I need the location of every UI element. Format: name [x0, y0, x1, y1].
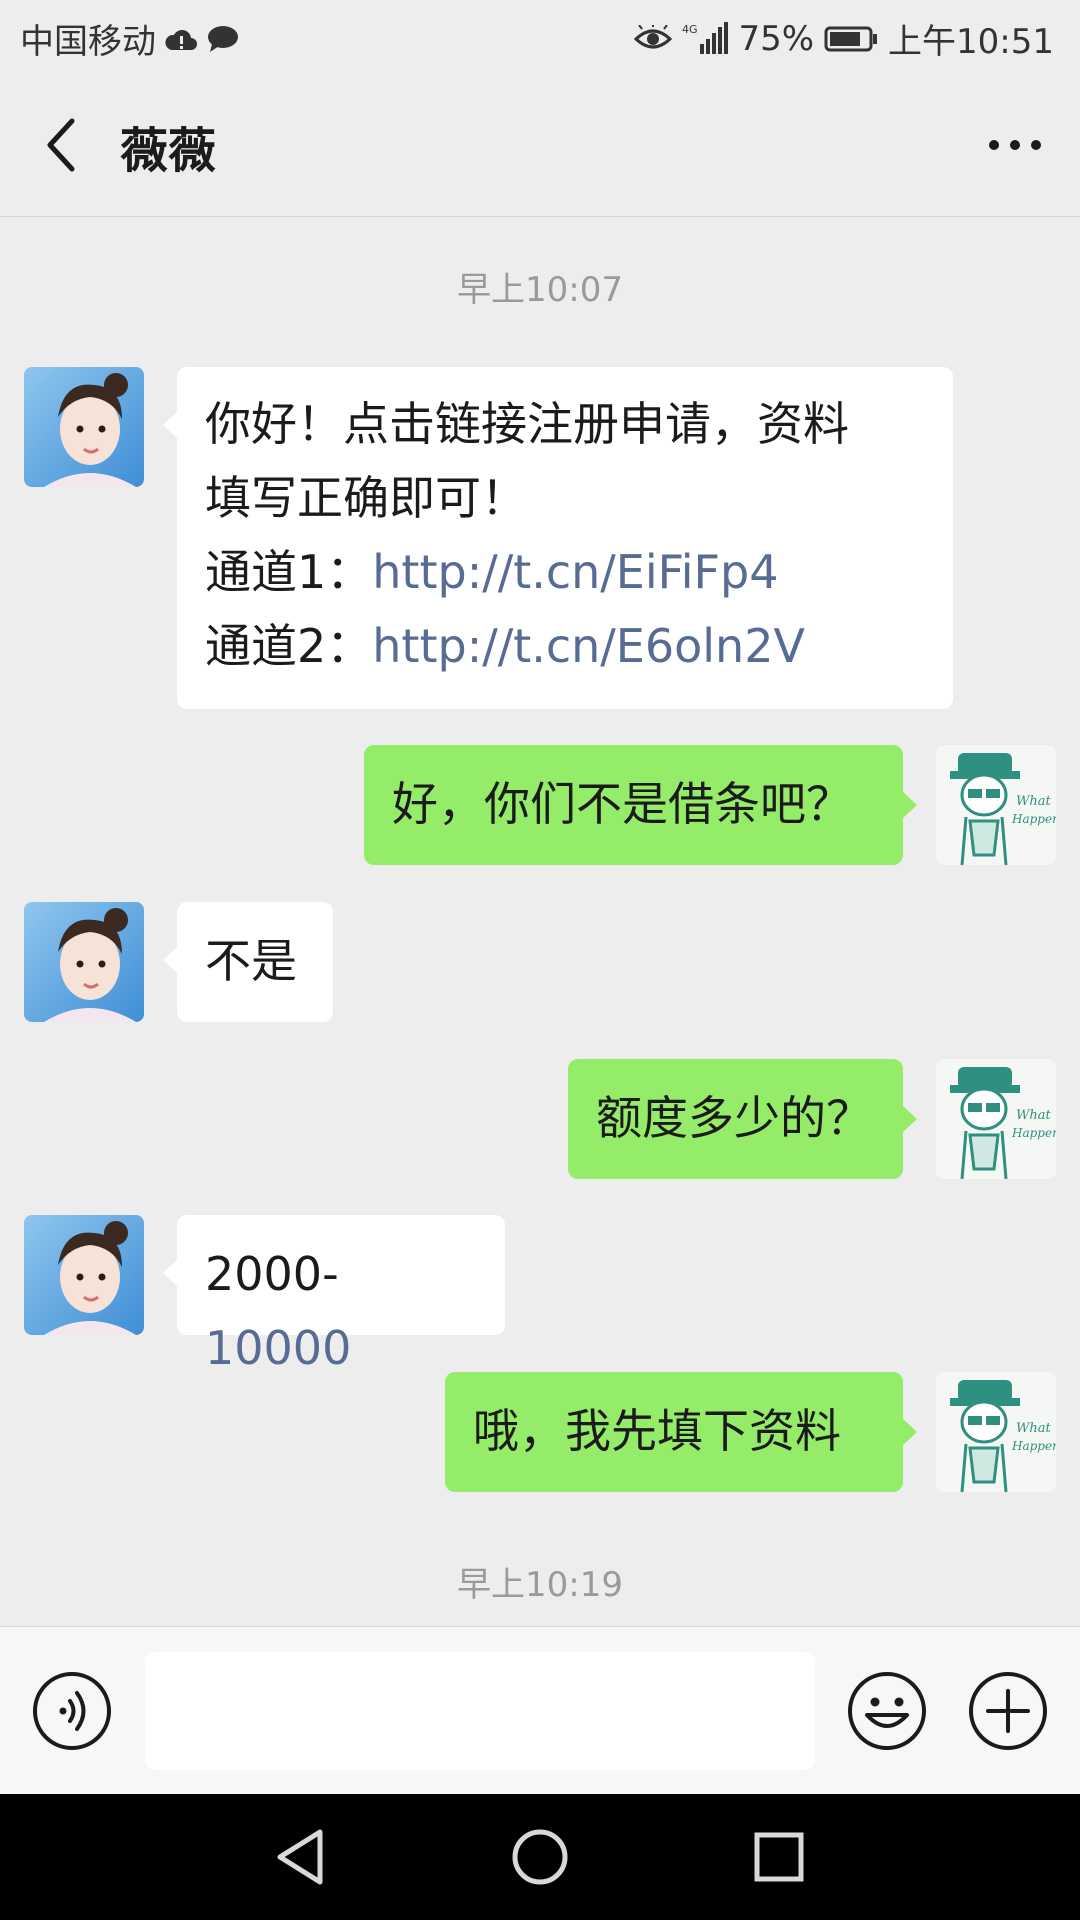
nav-home-icon	[512, 1829, 568, 1885]
back-arrow-icon	[47, 118, 75, 172]
channel-2-row: 通道2：http://t.cn/E6oln2V	[205, 609, 925, 683]
battery-icon	[824, 25, 878, 53]
signal-icon: 4G	[682, 21, 729, 56]
more-dots-icon	[989, 140, 1041, 150]
message-text: 2000-	[205, 1247, 339, 1301]
channel-2-label: 通道2：	[205, 619, 373, 673]
status-left: 中国移动	[20, 14, 240, 63]
channel-1-row: 通道1：http://t.cn/EiFiFp4	[205, 535, 925, 609]
incoming-message[interactable]: 2000- 10000	[163, 1215, 505, 1375]
nav-back-icon	[277, 1829, 323, 1885]
svg-text:What: What	[1016, 794, 1051, 809]
message-text: 好，你们不是借条吧？	[392, 777, 852, 831]
nav-back-button[interactable]	[268, 1824, 334, 1890]
battery-percent: 75%	[738, 18, 815, 59]
timestamp: 早上10:07	[457, 270, 623, 310]
message-text: 额度多少的？	[596, 1091, 872, 1145]
chat-header: 薇薇	[0, 75, 1080, 217]
cloud-alert-icon	[164, 26, 198, 52]
voice-icon	[33, 1672, 111, 1750]
eye-icon	[634, 24, 673, 53]
contact-avatar[interactable]	[24, 1215, 144, 1335]
chat-screen: 中国移动 4G 75% 上午10:51 薇薇 早上10:07 你好！点击链接注册…	[0, 0, 1080, 1920]
message-text: 哦，我先填下资料	[473, 1404, 841, 1458]
channel-1-label: 通道1：	[205, 545, 373, 599]
contact-avatar[interactable]	[24, 367, 144, 487]
svg-text:What: What	[1016, 1421, 1051, 1436]
svg-text:Happen?: Happen?	[1011, 1126, 1056, 1140]
my-avatar[interactable]: What Happen?	[936, 745, 1056, 865]
outgoing-message[interactable]: 额度多少的？	[568, 1059, 917, 1179]
system-nav-bar	[0, 1794, 1080, 1920]
message-text-line: 填写正确即可！	[205, 471, 527, 525]
channel-2-link[interactable]: http://t.cn/E6oln2V	[372, 619, 805, 673]
more-button[interactable]	[980, 115, 1050, 175]
nav-recents-icon	[754, 1832, 804, 1882]
my-avatar[interactable]: What Happen?	[936, 1372, 1056, 1492]
status-bar: 中国移动 4G 75% 上午10:51	[0, 0, 1080, 75]
outgoing-message[interactable]: 哦，我先填下资料	[445, 1372, 917, 1492]
contact-avatar[interactable]	[24, 902, 144, 1022]
plus-icon	[969, 1672, 1047, 1750]
svg-text:Happen?: Happen?	[1011, 1439, 1056, 1453]
carrier-name: 中国移动	[20, 22, 156, 62]
channel-1-link[interactable]: http://t.cn/EiFiFp4	[372, 545, 778, 599]
chat-notification-icon	[206, 24, 240, 54]
clock: 上午10:51	[888, 22, 1054, 62]
message-input[interactable]	[145, 1652, 815, 1770]
my-avatar[interactable]: What Happen?	[936, 1059, 1056, 1179]
nav-recents-button[interactable]	[746, 1824, 812, 1890]
chat-title: 薇薇	[120, 123, 217, 179]
svg-text:What: What	[1016, 1108, 1051, 1123]
back-button[interactable]	[30, 115, 90, 175]
outgoing-message[interactable]: 好，你们不是借条吧？	[364, 745, 917, 865]
nav-home-button[interactable]	[507, 1824, 573, 1890]
voice-button[interactable]	[32, 1671, 112, 1751]
emoji-button[interactable]	[847, 1671, 927, 1751]
status-right: 4G 75% 上午10:51	[634, 14, 1054, 63]
incoming-message[interactable]: 你好！点击链接注册申请，资料 填写正确即可！ 通道1：http://t.cn/E…	[163, 367, 953, 709]
emoji-icon	[848, 1672, 926, 1750]
input-bar	[0, 1626, 1080, 1795]
network-type: 4G	[682, 23, 698, 36]
svg-text:Happen?: Happen?	[1011, 812, 1056, 826]
message-list[interactable]: 早上10:07 你好！点击链接注册申请，资料 填写正确即可！ 通道1：http:…	[0, 217, 1080, 1625]
message-text-line: 你好！点击链接注册申请，资料	[205, 397, 849, 451]
phone-number-link[interactable]: 10000	[205, 1321, 351, 1375]
message-text: 不是	[205, 934, 297, 988]
timestamp: 早上10:19	[457, 1565, 623, 1605]
plus-button[interactable]	[968, 1671, 1048, 1751]
incoming-message[interactable]: 不是	[163, 902, 333, 1022]
